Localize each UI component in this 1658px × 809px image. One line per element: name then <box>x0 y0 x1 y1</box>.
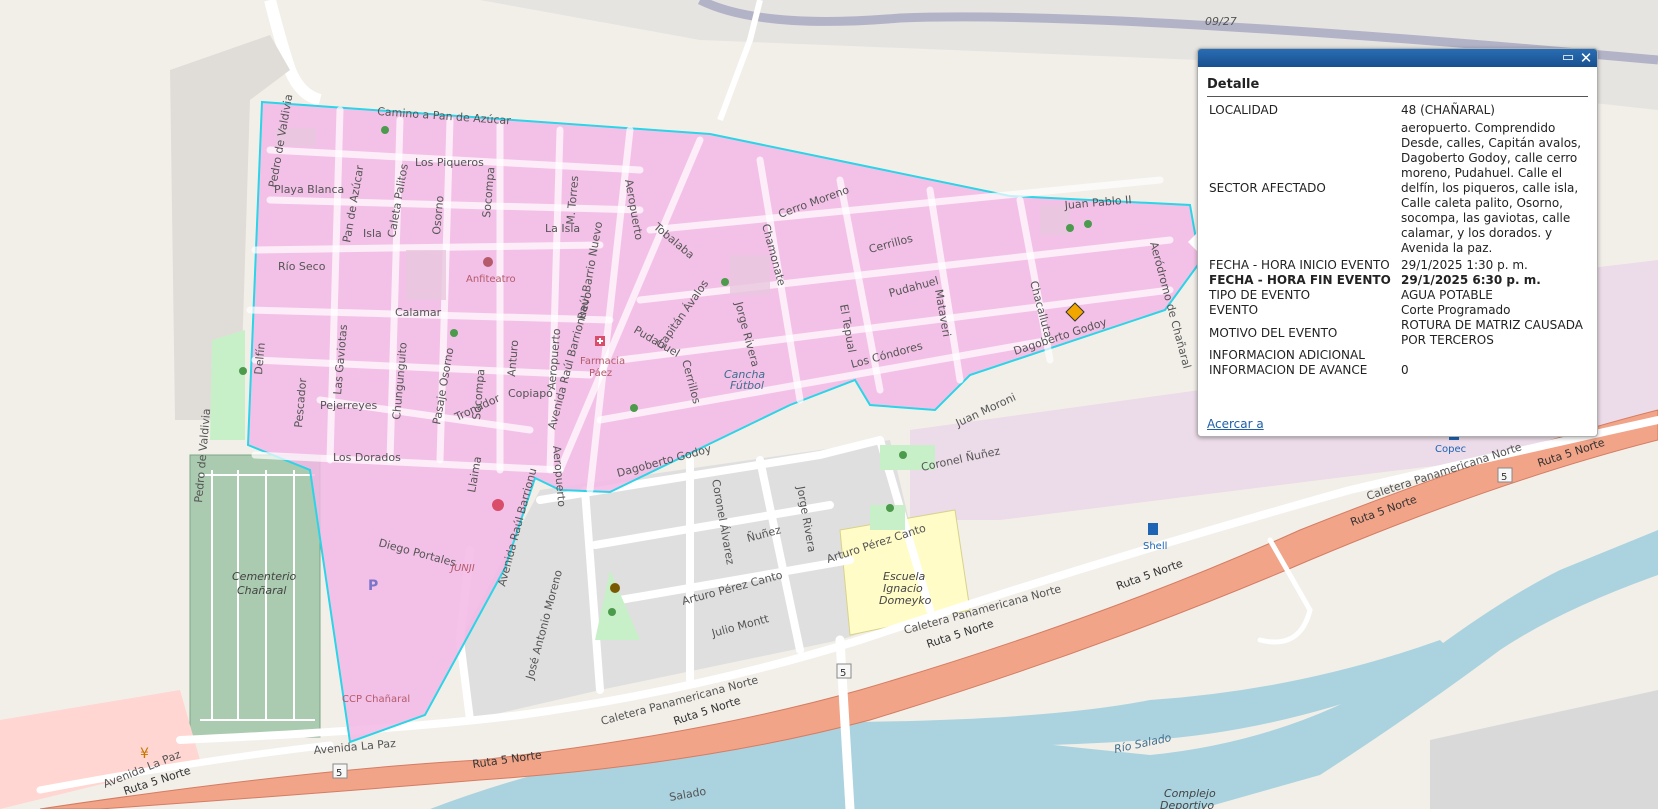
svg-text:Copec: Copec <box>1435 444 1466 455</box>
svg-text:5: 5 <box>1501 472 1507 483</box>
svg-text:La Isla: La Isla <box>545 222 580 235</box>
attribute-value: AGUA POTABLE <box>1401 288 1493 302</box>
restaurant-icon: ¥ <box>140 746 149 762</box>
zoom-to-link[interactable]: Acercar a <box>1207 417 1264 431</box>
attribute-row: FECHA - HORA INICIO EVENTO 29/1/2025 1:30… <box>1207 258 1587 273</box>
svg-text:09/27: 09/27 <box>1205 15 1237 28</box>
attribute-value: 48 (CHAÑARAL) <box>1401 103 1495 117</box>
attribute-row: EVENTO Corte Programado <box>1207 303 1587 318</box>
svg-text:Shell: Shell <box>1143 541 1167 552</box>
maximize-icon[interactable]: ▭ <box>1561 51 1575 65</box>
svg-text:Páez: Páez <box>589 367 612 379</box>
attribute-table: LOCALIDAD 48 (CHAÑARAL) SECTOR AFECTADO aer… <box>1207 103 1587 378</box>
attribute-row: FECHA - HORA FIN EVENTO 29/1/2025 6:30 p.… <box>1207 273 1587 288</box>
attribute-value: 0 <box>1401 363 1409 377</box>
attribute-row: MOTIVO DEL EVENTO ROTURA DE MATRIZ CAUSAD… <box>1207 318 1587 348</box>
attribute-key: FECHA - HORA INICIO EVENTO <box>1209 258 1390 272</box>
svg-text:Playa Blanca: Playa Blanca <box>274 183 344 196</box>
attribute-key: LOCALIDAD <box>1209 103 1278 117</box>
attribute-key: FECHA - HORA FIN EVENTO <box>1209 273 1391 287</box>
svg-text:¥: ¥ <box>140 746 149 762</box>
attribute-key: MOTIVO DEL EVENTO <box>1209 325 1338 340</box>
attribute-key: TIPO DE EVENTO <box>1209 288 1311 302</box>
attribute-row: LOCALIDAD 48 (CHAÑARAL) <box>1207 103 1587 118</box>
svg-text:Los Piqueros: Los Piqueros <box>415 156 484 169</box>
detail-popup: ▭ ✕ Detalle LOCALIDAD 48 (CHAÑARAL) SECTOR… <box>1197 48 1598 437</box>
svg-text:JUNJI: JUNJI <box>449 563 475 574</box>
svg-text:Calamar: Calamar <box>395 306 442 319</box>
hospital-icon <box>492 499 504 511</box>
svg-text:Farmacia: Farmacia <box>580 356 625 367</box>
attribute-row: TIPO DE EVENTO AGUA POTABLE <box>1207 288 1587 303</box>
attribute-value: 29/1/2025 6:30 p. m. <box>1401 273 1541 287</box>
attribute-row: INFORMACION DE AVANCE 0 <box>1207 363 1587 378</box>
parking-icon: P <box>368 578 378 594</box>
popup-titlebar: ▭ ✕ <box>1198 49 1597 67</box>
attribute-value <box>1399 348 1587 363</box>
svg-text:Deportivo: Deportivo <box>1160 799 1214 809</box>
attribute-key: SECTOR AFECTADO <box>1209 180 1326 195</box>
attribute-key: INFORMACION ADICIONAL <box>1209 348 1365 362</box>
attribute-row: INFORMACION ADICIONAL <box>1207 348 1587 363</box>
attribute-value: ROTURA DE MATRIZ CAUSADA POR TERCEROS <box>1401 318 1583 347</box>
pharmacy-icon <box>595 336 605 346</box>
svg-text:Pejerreyes: Pejerreyes <box>320 399 377 412</box>
svg-text:Cementerio: Cementerio <box>232 570 297 583</box>
svg-text:Isla: Isla <box>363 227 382 240</box>
attribute-key: INFORMACION DE AVANCE <box>1209 363 1368 377</box>
attribute-value: 29/1/2025 1:30 p. m. <box>1401 258 1528 272</box>
attribute-value: aeropuerto. Comprendido Desde, calles, C… <box>1401 120 1582 255</box>
svg-text:P: P <box>368 578 378 594</box>
attribute-key: EVENTO <box>1209 303 1259 317</box>
svg-text:Anfiteatro: Anfiteatro <box>466 274 516 285</box>
svg-text:5: 5 <box>336 768 342 779</box>
svg-text:Fútbol: Fútbol <box>730 379 764 392</box>
attribute-row: SECTOR AFECTADO aeropuerto. Comprendido D… <box>1207 118 1587 258</box>
svg-text:Copiapó: Copiapó <box>508 387 553 400</box>
svg-text:Chañaral: Chañaral <box>237 584 286 597</box>
close-icon[interactable]: ✕ <box>1579 51 1593 66</box>
attribute-value: Corte Programado <box>1401 303 1511 317</box>
svg-text:Río Seco: Río Seco <box>278 260 326 273</box>
svg-text:5: 5 <box>840 668 846 679</box>
svg-text:CCP Chañaral: CCP Chañaral <box>342 694 410 705</box>
svg-text:Los Dorados: Los Dorados <box>333 451 401 464</box>
svg-text:Domeyko: Domeyko <box>879 594 932 607</box>
popup-title: Detalle <box>1207 77 1588 97</box>
